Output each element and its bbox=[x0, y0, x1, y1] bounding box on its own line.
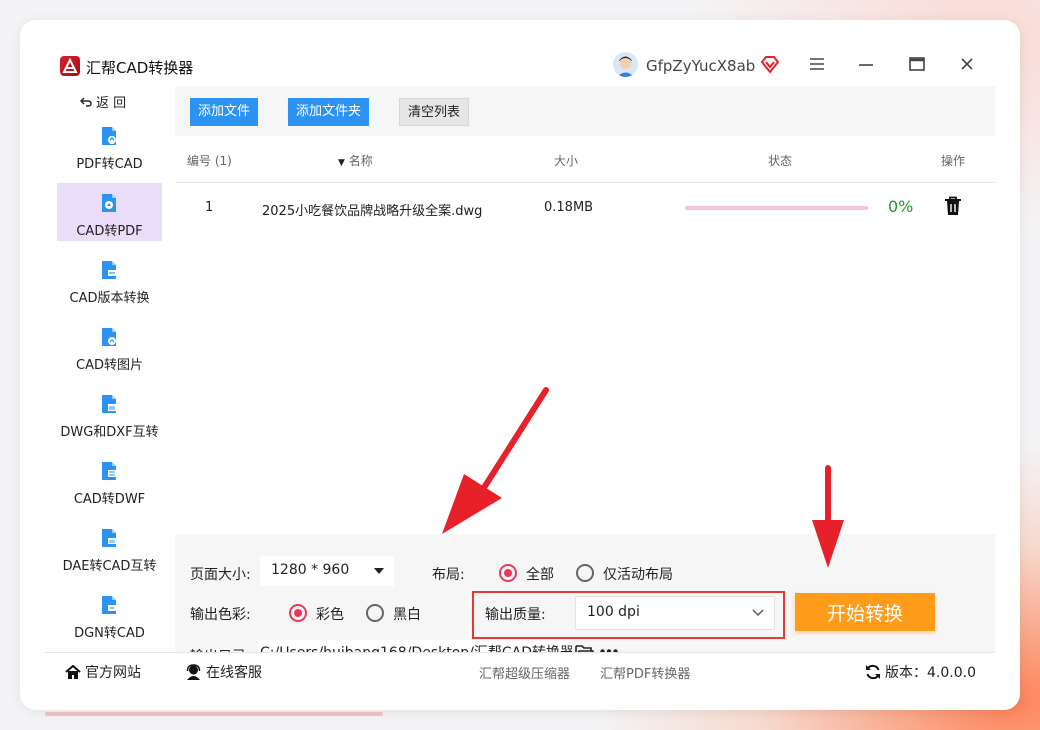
website-label: 官方网站 bbox=[85, 665, 141, 681]
table-header: 编号 (1) ▼ 名称 大小 状态 操作 bbox=[175, 136, 995, 183]
pdf-converter-link[interactable]: 汇帮PDF转换器 bbox=[600, 663, 690, 682]
row-index: 1 bbox=[205, 200, 214, 215]
quality-select[interactable]: 100 dpi bbox=[575, 596, 775, 630]
sidebar-item-dae-to-cad[interactable]: DAE转CAD互转 bbox=[57, 518, 162, 576]
layout-label: 布局: bbox=[432, 567, 465, 583]
avatar[interactable] bbox=[613, 52, 638, 77]
header-action: 操作 bbox=[941, 154, 966, 168]
background-strip bbox=[45, 712, 383, 716]
vip-diamond-icon[interactable] bbox=[760, 56, 780, 74]
version-info[interactable]: 版本：4.0.0.0 bbox=[865, 662, 976, 682]
app-title: 汇帮CAD转换器 bbox=[86, 59, 194, 77]
sidebar-item-cad-to-dwf[interactable]: CAD转DWF bbox=[57, 451, 162, 509]
row-filename: 2025小吃餐饮品牌战略升级全案.dwg bbox=[262, 204, 483, 219]
username: GfpZyYucX8ab bbox=[646, 57, 756, 75]
sidebar-item-pdf-to-cad[interactable]: PDF转CAD bbox=[57, 116, 162, 174]
sidebar-item-label: PDF转CAD bbox=[76, 157, 143, 172]
sidebar-item-cad-to-image[interactable]: CAD转图片 bbox=[57, 317, 162, 375]
caret-down-icon bbox=[374, 568, 384, 574]
version-label: 版本：4.0.0.0 bbox=[885, 665, 976, 681]
color-radio-color[interactable] bbox=[289, 604, 307, 622]
close-icon[interactable] bbox=[955, 53, 979, 75]
annotation-arrow-left bbox=[442, 387, 549, 534]
dwg-dxf-icon bbox=[102, 395, 116, 413]
layout-radio-active[interactable] bbox=[576, 564, 594, 582]
clear-list-button[interactable]: 清空列表 bbox=[399, 98, 470, 126]
header-name-sort[interactable]: ▼ 名称 bbox=[338, 152, 373, 169]
start-convert-button[interactable]: 开始转换 bbox=[795, 593, 935, 631]
cad-to-pdf-icon bbox=[102, 194, 116, 212]
cad-to-dwf-icon bbox=[102, 462, 116, 480]
support-label: 在线客服 bbox=[206, 665, 262, 681]
quality-value: 100 dpi bbox=[587, 604, 640, 620]
sidebar-item-label: CAD转图片 bbox=[76, 358, 143, 373]
app-window: 汇帮CAD转换器 GfpZyYucX8ab 返 回 PDF转CAD CAD转PD… bbox=[20, 20, 1020, 710]
main-panel: 添加文件 添加文件夹 清空列表 编号 (1) ▼ 名称 大小 状态 操作 1 2… bbox=[175, 86, 995, 666]
support-link[interactable]: 在线客服 bbox=[185, 662, 262, 682]
compressor-link[interactable]: 汇帮超级压缩器 bbox=[479, 663, 570, 682]
row-size: 0.18MB bbox=[544, 200, 594, 215]
dae-to-cad-icon bbox=[102, 529, 116, 547]
page-size-select[interactable]: 1280 * 960 bbox=[260, 556, 394, 586]
color-option-bw[interactable]: 黑白 bbox=[393, 604, 421, 624]
sidebar-item-label: CAD转PDF bbox=[76, 224, 143, 239]
sort-down-icon: ▼ bbox=[338, 158, 345, 168]
title-bar: 汇帮CAD转换器 GfpZyYucX8ab bbox=[20, 20, 1020, 86]
back-label: 返 回 bbox=[96, 96, 127, 111]
add-file-button[interactable]: 添加文件 bbox=[190, 98, 259, 126]
color-label: 输出色彩: bbox=[190, 607, 251, 623]
file-table: 编号 (1) ▼ 名称 大小 状态 操作 1 2025小吃餐饮品牌战略升级全案.… bbox=[175, 136, 995, 534]
page-size-label: 页面大小: bbox=[190, 567, 251, 583]
table-row[interactable]: 1 2025小吃餐饮品牌战略升级全案.dwg 0.18MB 0% bbox=[175, 183, 995, 233]
sidebar-item-label: DAE转CAD互转 bbox=[62, 559, 157, 574]
sidebar-item-label: DWG和DXF互转 bbox=[60, 425, 159, 440]
layout-option-active[interactable]: 仅活动布局 bbox=[603, 564, 673, 584]
sidebar-item-label: CAD版本转换 bbox=[69, 291, 150, 306]
sidebar-item-cad-version[interactable]: CAD版本转换 bbox=[57, 250, 162, 308]
chevron-down-icon bbox=[752, 609, 764, 616]
home-icon bbox=[65, 664, 81, 679]
sidebar-item-label: DGN转CAD bbox=[74, 626, 145, 641]
color-option-color[interactable]: 彩色 bbox=[316, 604, 344, 624]
sidebar-item-dgn-to-cad[interactable]: DGN转CAD bbox=[57, 585, 162, 643]
dgn-to-cad-icon bbox=[102, 596, 116, 614]
sidebar-item-label: CAD转DWF bbox=[73, 492, 146, 507]
back-arrow-icon bbox=[80, 97, 92, 107]
header-status: 状态 bbox=[768, 154, 793, 168]
refresh-icon bbox=[866, 664, 880, 680]
app-logo-icon bbox=[60, 56, 80, 76]
maximize-icon[interactable] bbox=[905, 53, 929, 75]
header-name: 名称 bbox=[348, 154, 373, 168]
layout-option-all[interactable]: 全部 bbox=[526, 564, 554, 584]
layout-radio-all[interactable] bbox=[499, 564, 517, 582]
quality-label: 输出质量: bbox=[485, 607, 546, 623]
headset-icon bbox=[186, 664, 201, 680]
website-link[interactable]: 官方网站 bbox=[65, 662, 141, 682]
sidebar-item-cad-to-pdf[interactable]: CAD转PDF bbox=[57, 183, 162, 241]
settings-panel: 页面大小: 1280 * 960 布局: 全部 仅活动布局 输出色彩: 彩色 黑… bbox=[175, 534, 995, 666]
progress-percent: 0% bbox=[888, 197, 914, 216]
back-button[interactable]: 返 回 bbox=[80, 92, 126, 111]
minimize-icon[interactable] bbox=[854, 53, 878, 75]
add-folder-button[interactable]: 添加文件夹 bbox=[288, 98, 370, 126]
footer: 官方网站 在线客服 汇帮超级压缩器 汇帮PDF转换器 版本：4.0.0.0 bbox=[45, 652, 995, 687]
pdf-to-cad-icon bbox=[102, 127, 116, 145]
header-index[interactable]: 编号 (1) bbox=[187, 152, 232, 169]
header-size[interactable]: 大小 bbox=[554, 152, 578, 169]
progress-bar bbox=[685, 206, 868, 210]
cad-to-image-icon bbox=[102, 328, 116, 346]
annotation-arrow-right bbox=[812, 465, 844, 568]
sidebar-item-dwg-dxf[interactable]: DWG和DXF互转 bbox=[57, 384, 162, 442]
menu-icon[interactable] bbox=[805, 53, 829, 75]
trash-icon[interactable] bbox=[944, 196, 962, 216]
page-size-value: 1280 * 960 bbox=[271, 562, 350, 578]
color-radio-bw[interactable] bbox=[366, 604, 384, 622]
cad-version-icon bbox=[102, 261, 116, 279]
